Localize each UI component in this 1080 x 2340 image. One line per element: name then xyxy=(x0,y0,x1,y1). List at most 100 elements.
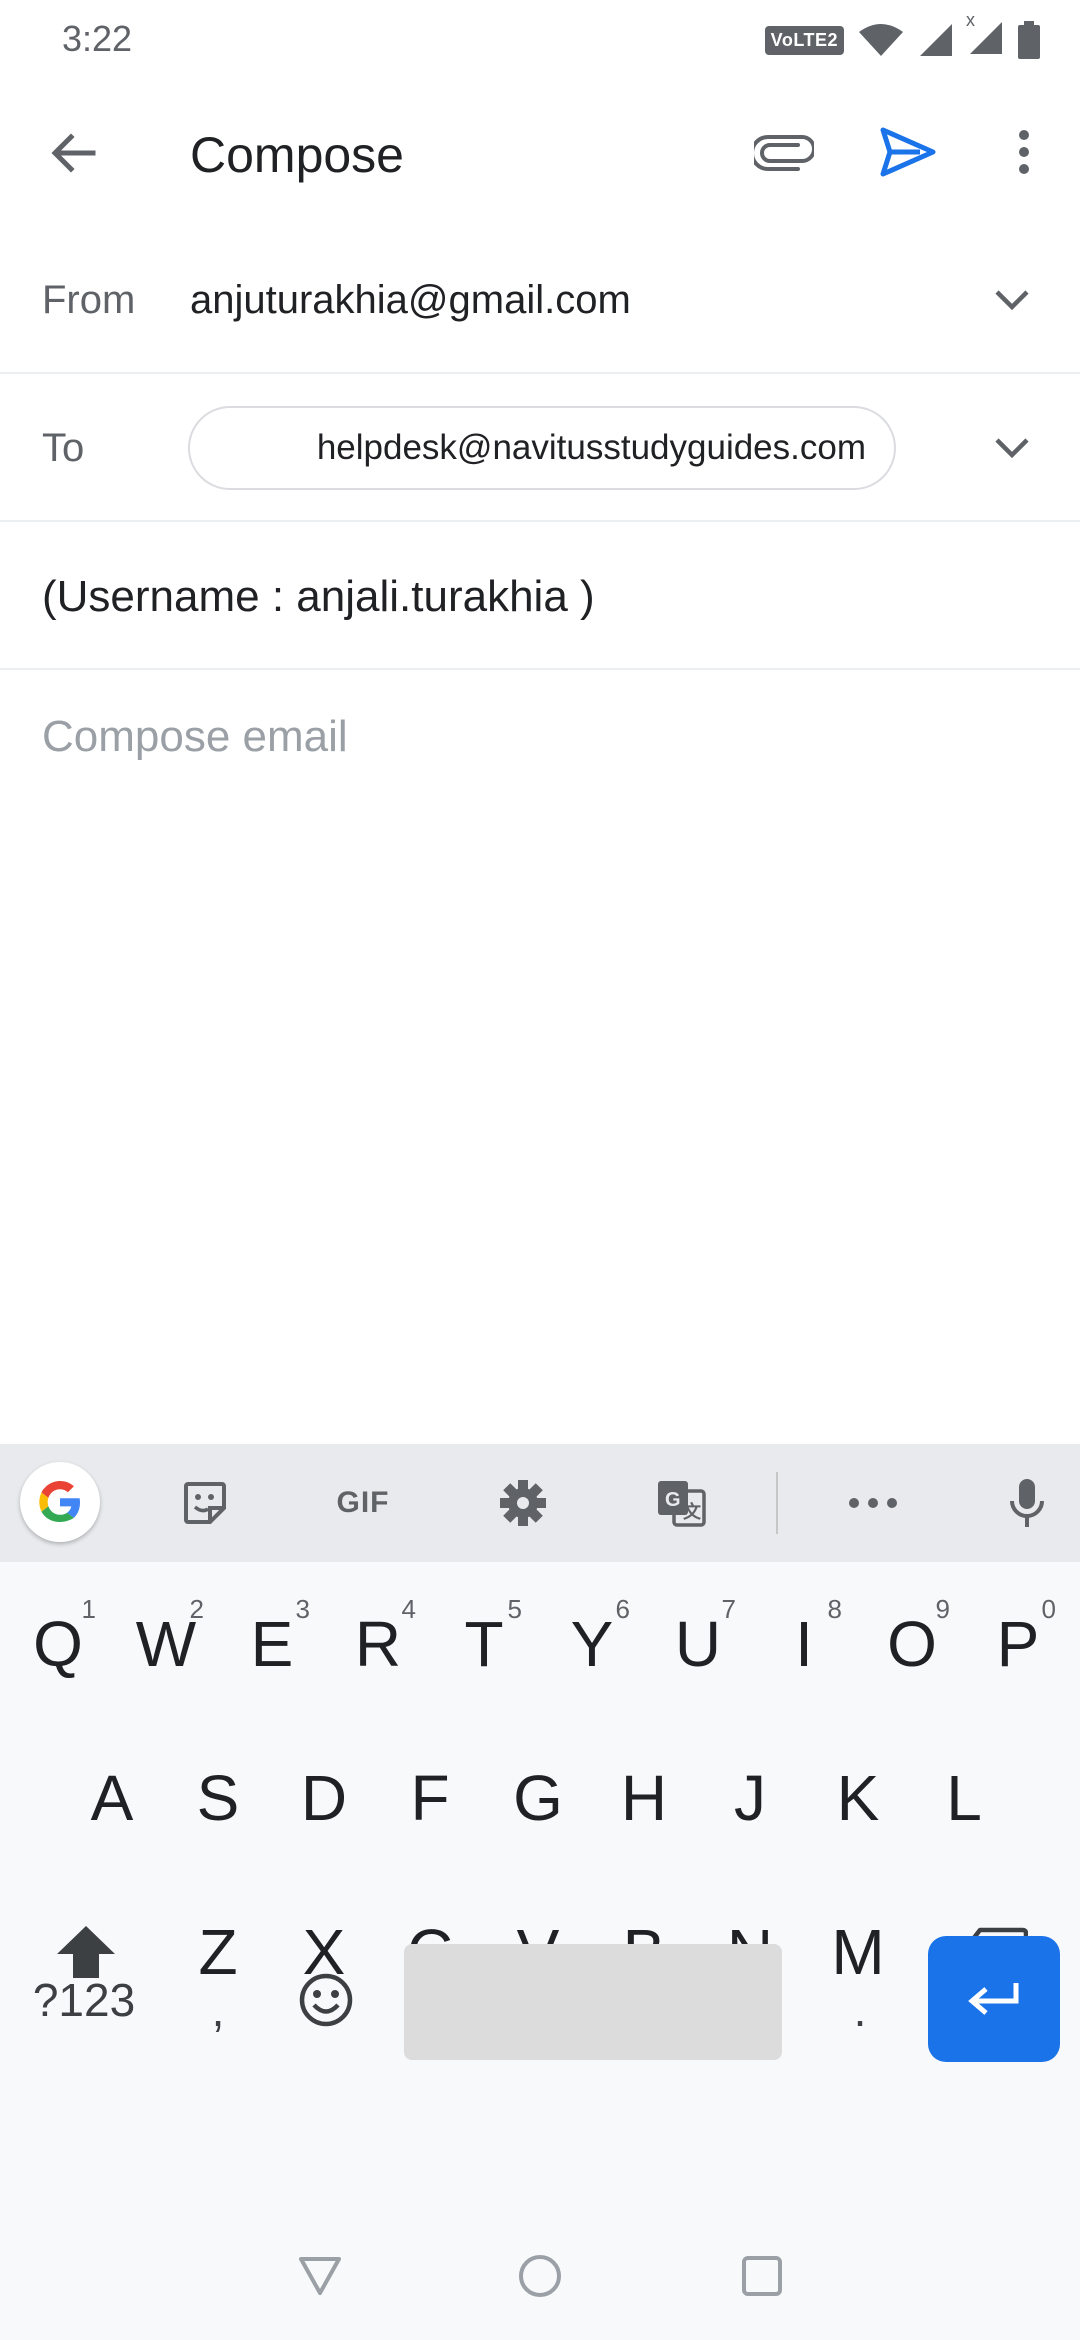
roaming-signal: x xyxy=(966,10,1004,61)
chevron-down-icon xyxy=(995,290,1029,311)
voice-input-button[interactable] xyxy=(990,1466,1064,1540)
home-circle-icon xyxy=(519,2255,561,2297)
key-label: D xyxy=(300,1762,348,1834)
emoji-icon xyxy=(299,1973,353,2027)
key-label: E xyxy=(250,1608,294,1680)
key-e[interactable]: E3 xyxy=(220,1574,324,1714)
key-l[interactable]: L xyxy=(912,1728,1016,1868)
nav-home-button[interactable] xyxy=(510,2246,570,2306)
status-bar: 3:22 VoLTE2 x xyxy=(0,0,1080,80)
mic-icon xyxy=(1010,1479,1044,1527)
svg-text:G: G xyxy=(665,1489,681,1511)
subject-row[interactable]: (Username : anjali.turakhia ) xyxy=(0,522,1080,670)
wifi-icon xyxy=(859,24,903,56)
gif-button[interactable]: GIF xyxy=(318,1466,408,1540)
key-hint: 1 xyxy=(81,1594,96,1624)
enter-icon xyxy=(968,1983,1019,2015)
to-row[interactable]: To helpdesk@navitusstudyguides.com xyxy=(0,374,1080,522)
key-label: K xyxy=(836,1762,880,1834)
enter-key[interactable] xyxy=(928,1936,1060,2062)
key-s[interactable]: S xyxy=(166,1728,270,1868)
settings-icon xyxy=(500,1480,546,1526)
keyboard-settings-button[interactable] xyxy=(486,1466,560,1540)
key-label: J xyxy=(734,1762,766,1834)
compose-body-field[interactable]: Compose email xyxy=(42,712,348,762)
toolbar-divider xyxy=(776,1472,778,1534)
key-j[interactable]: J xyxy=(698,1728,802,1868)
more-horiz-icon xyxy=(849,1498,897,1508)
key-label: R xyxy=(354,1608,402,1680)
key-hint: 6 xyxy=(615,1594,630,1624)
sticker-button[interactable] xyxy=(168,1466,242,1540)
key-label: S xyxy=(196,1762,240,1834)
key-i[interactable]: I8 xyxy=(752,1574,856,1714)
nav-back-button[interactable] xyxy=(290,2246,350,2306)
key-o[interactable]: O9 xyxy=(860,1574,964,1714)
gif-icon: GIF xyxy=(336,1486,390,1519)
from-label: From xyxy=(42,278,136,322)
key-hint: 5 xyxy=(507,1594,522,1624)
google-g-glyph xyxy=(39,1481,80,1522)
emoji-key[interactable] xyxy=(274,1930,378,2070)
back-button[interactable] xyxy=(40,120,106,186)
status-time: 3:22 xyxy=(62,18,133,59)
key-p[interactable]: P0 xyxy=(966,1574,1070,1714)
key-label: A xyxy=(90,1762,134,1834)
key-g[interactable]: G xyxy=(486,1728,590,1868)
key-a[interactable]: A xyxy=(60,1728,164,1868)
key-r[interactable]: R4 xyxy=(326,1574,430,1714)
key-label: F xyxy=(410,1762,450,1834)
send-button[interactable] xyxy=(872,116,944,188)
key-hint: 7 xyxy=(721,1594,736,1624)
recipient-chip[interactable]: helpdesk@navitusstudyguides.com xyxy=(188,406,896,490)
key-h[interactable]: H xyxy=(592,1728,696,1868)
from-row[interactable]: From anjuturakhia@gmail.com xyxy=(0,226,1080,374)
to-expand-button[interactable] xyxy=(984,420,1040,476)
more-options-button[interactable] xyxy=(1000,116,1048,188)
arrow-back-icon xyxy=(51,133,96,173)
roaming-mark: x xyxy=(966,9,975,30)
send-icon xyxy=(880,127,936,177)
symbols-key[interactable]: ?123 xyxy=(22,1930,146,2070)
chevron-down-icon xyxy=(995,438,1029,459)
subject-field[interactable]: (Username : anjali.turakhia ) xyxy=(42,572,595,622)
period-key[interactable]: . xyxy=(808,1940,912,2080)
key-label: Y xyxy=(570,1608,614,1680)
app-bar: Compose xyxy=(0,80,1080,226)
key-y[interactable]: Y6 xyxy=(540,1574,644,1714)
key-label: G xyxy=(513,1762,563,1834)
translate-button[interactable]: G 文 xyxy=(644,1466,718,1540)
signal-icon xyxy=(920,24,952,56)
key-hint: 0 xyxy=(1041,1594,1056,1624)
key-q[interactable]: Q1 xyxy=(6,1574,110,1714)
key-hint: 3 xyxy=(295,1594,310,1624)
key-k[interactable]: K xyxy=(806,1728,910,1868)
key-hint: 9 xyxy=(935,1594,950,1624)
key-f[interactable]: F xyxy=(378,1728,482,1868)
status-icons: VoLTE2 x xyxy=(764,10,1040,62)
recents-square-icon xyxy=(742,2256,782,2296)
key-w[interactable]: W2 xyxy=(114,1574,218,1714)
key-hint: 8 xyxy=(827,1594,842,1624)
from-dropdown-button[interactable] xyxy=(984,272,1040,328)
sticker-icon xyxy=(184,1482,226,1524)
battery-icon xyxy=(1018,21,1040,59)
key-hint: 2 xyxy=(189,1594,204,1624)
key-d[interactable]: D xyxy=(272,1728,376,1868)
from-value[interactable]: anjuturakhia@gmail.com xyxy=(190,278,631,323)
to-label: To xyxy=(42,426,85,470)
paperclip-icon xyxy=(754,135,814,171)
key-label: U xyxy=(674,1608,722,1680)
key-label: P xyxy=(996,1608,1040,1680)
back-triangle-icon xyxy=(299,2257,341,2295)
key-u[interactable]: U7 xyxy=(646,1574,750,1714)
attach-button[interactable] xyxy=(748,120,820,186)
key-label: O xyxy=(887,1608,937,1680)
key-label: T xyxy=(464,1608,504,1680)
comma-key[interactable]: , xyxy=(166,1940,270,2080)
key-t[interactable]: T5 xyxy=(432,1574,536,1714)
nav-recents-button[interactable] xyxy=(732,2246,792,2306)
google-icon[interactable] xyxy=(20,1462,100,1542)
space-key[interactable] xyxy=(404,1944,782,2060)
toolbar-more-button[interactable] xyxy=(836,1466,910,1540)
